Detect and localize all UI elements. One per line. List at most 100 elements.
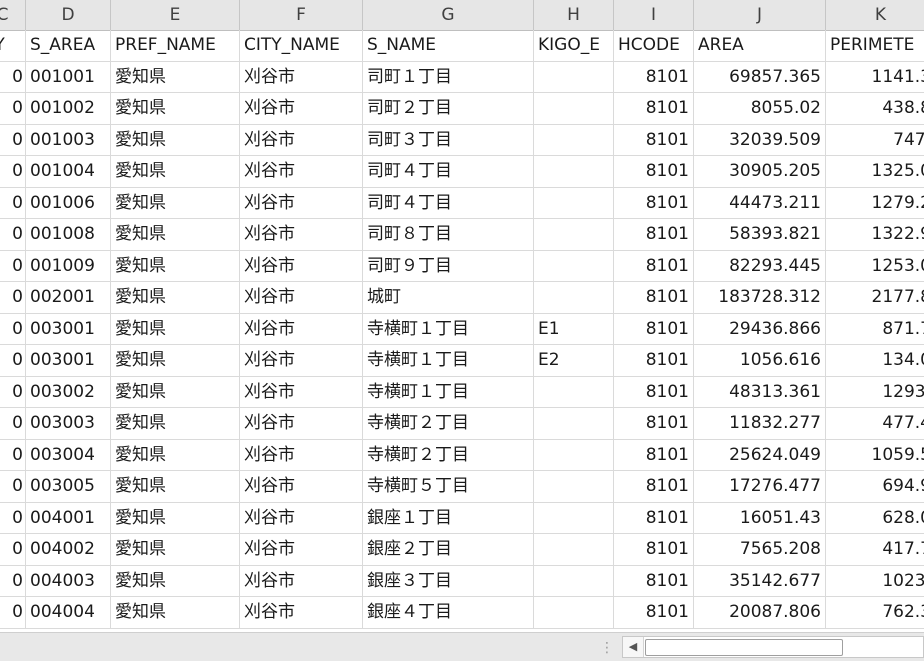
cell-k[interactable]: 1293. — [826, 377, 924, 408]
cell-j[interactable]: 30905.205 — [694, 156, 826, 188]
cell-j[interactable]: 82293.445 — [694, 250, 826, 282]
cell-c[interactable]: 0 — [0, 61, 26, 93]
cell-i[interactable]: 8101 — [614, 471, 694, 503]
cell-c[interactable]: 0 — [0, 597, 26, 629]
cell-g[interactable]: 寺横町１丁目 — [363, 376, 534, 408]
cell-i[interactable]: 8101 — [614, 156, 694, 188]
cell-i[interactable]: 8101 — [614, 534, 694, 566]
cell-c[interactable]: 0 — [0, 124, 26, 156]
cell-d[interactable]: 003001 — [26, 345, 111, 377]
cell-k[interactable]: 1253.0 — [826, 251, 924, 282]
cell-h[interactable] — [534, 376, 614, 408]
cell-e[interactable]: 愛知県 — [111, 439, 240, 471]
cell-d[interactable]: 001008 — [26, 219, 111, 251]
cell-f[interactable]: 刈谷市 — [240, 156, 363, 188]
cell-i[interactable]: 8101 — [614, 282, 694, 314]
cell-d[interactable]: 001002 — [26, 93, 111, 125]
cell-i[interactable]: 8101 — [614, 124, 694, 156]
cell-c[interactable]: 0 — [0, 439, 26, 471]
cell-j[interactable]: 183728.312 — [694, 282, 826, 314]
cell-f[interactable]: 刈谷市 — [240, 93, 363, 125]
cell-field-name[interactable]: HCODE — [614, 30, 694, 62]
cell-h[interactable] — [534, 565, 614, 597]
cell-d[interactable]: 001009 — [26, 250, 111, 282]
cell-c[interactable]: 0 — [0, 282, 26, 314]
cell-j[interactable]: 1056.616 — [694, 345, 826, 377]
cell-j[interactable]: 29436.866 — [694, 313, 826, 345]
cell-h[interactable] — [534, 471, 614, 503]
cell-c[interactable]: 0 — [0, 345, 26, 377]
cell-f[interactable]: 刈谷市 — [240, 250, 363, 282]
cell-i[interactable]: 8101 — [614, 61, 694, 93]
cell-i[interactable]: 8101 — [614, 187, 694, 219]
cell-g[interactable]: 銀座２丁目 — [363, 534, 534, 566]
cell-g[interactable]: 司町４丁目 — [363, 156, 534, 188]
cell-f[interactable]: 刈谷市 — [240, 534, 363, 566]
cell-c[interactable]: 0 — [0, 219, 26, 251]
cell-e[interactable]: 愛知県 — [111, 502, 240, 534]
cell-i[interactable]: 8101 — [614, 439, 694, 471]
cell-d[interactable]: 003005 — [26, 471, 111, 503]
cell-g[interactable]: 銀座４丁目 — [363, 597, 534, 629]
cell-k[interactable]: 417.7 — [826, 534, 924, 566]
cell-k[interactable]: 2177.8 — [826, 282, 924, 314]
cell-f[interactable]: 刈谷市 — [240, 439, 363, 471]
cell-k[interactable]: 694.9 — [826, 471, 924, 503]
cell-h[interactable] — [534, 124, 614, 156]
cell-e[interactable]: 愛知県 — [111, 471, 240, 503]
column-header-g[interactable]: G — [363, 0, 534, 30]
cell-g[interactable]: 寺横町２丁目 — [363, 408, 534, 440]
cell-f[interactable]: 刈谷市 — [240, 124, 363, 156]
cell-h[interactable] — [534, 439, 614, 471]
cell-c[interactable]: 0 — [0, 156, 26, 188]
column-header-e[interactable]: E — [111, 0, 240, 30]
cell-k[interactable]: 747. — [826, 125, 924, 156]
cell-e[interactable]: 愛知県 — [111, 61, 240, 93]
cell-h[interactable]: E1 — [534, 313, 614, 345]
cell-j[interactable]: 17276.477 — [694, 471, 826, 503]
cell-j[interactable]: 20087.806 — [694, 597, 826, 629]
cell-g[interactable]: 城町 — [363, 282, 534, 314]
cell-j[interactable]: 44473.211 — [694, 187, 826, 219]
cell-k[interactable]: 134.0 — [826, 345, 924, 377]
cell-j[interactable]: 35142.677 — [694, 565, 826, 597]
cell-field-name[interactable]: S_AREA — [26, 30, 111, 62]
cell-f[interactable]: 刈谷市 — [240, 471, 363, 503]
cell-d[interactable]: 004001 — [26, 502, 111, 534]
cell-field-name[interactable]: CITY_NAME — [240, 30, 363, 62]
cell-e[interactable]: 愛知県 — [111, 156, 240, 188]
cell-e[interactable]: 愛知県 — [111, 597, 240, 629]
cell-field-name[interactable]: PERIMETE — [826, 30, 924, 62]
cell-i[interactable]: 8101 — [614, 376, 694, 408]
cell-c[interactable]: 0 — [0, 250, 26, 282]
cell-g[interactable]: 司町３丁目 — [363, 124, 534, 156]
column-header-c[interactable]: C — [0, 0, 26, 30]
cell-k[interactable]: 628.0 — [826, 503, 924, 534]
cell-j[interactable]: 8055.02 — [694, 93, 826, 125]
cell-d[interactable]: 001003 — [26, 124, 111, 156]
cell-j[interactable]: 11832.277 — [694, 408, 826, 440]
cell-k[interactable]: 871.7 — [826, 314, 924, 345]
cell-d[interactable]: 004004 — [26, 597, 111, 629]
horizontal-scrollbar[interactable]: ◀ — [622, 636, 924, 658]
cell-d[interactable]: 001004 — [26, 156, 111, 188]
cell-f[interactable]: 刈谷市 — [240, 61, 363, 93]
cell-e[interactable]: 愛知県 — [111, 534, 240, 566]
cell-i[interactable]: 8101 — [614, 565, 694, 597]
cell-h[interactable]: E2 — [534, 345, 614, 377]
cell-g[interactable]: 寺横町１丁目 — [363, 313, 534, 345]
cell-g[interactable]: 寺横町５丁目 — [363, 471, 534, 503]
cell-e[interactable]: 愛知県 — [111, 250, 240, 282]
cell-h[interactable] — [534, 534, 614, 566]
cell-e[interactable]: 愛知県 — [111, 219, 240, 251]
cell-k[interactable]: 1059.5 — [826, 440, 924, 471]
cell-g[interactable]: 司町９丁目 — [363, 250, 534, 282]
cell-f[interactable]: 刈谷市 — [240, 345, 363, 377]
cell-f[interactable]: 刈谷市 — [240, 376, 363, 408]
cell-k[interactable]: 1279.2 — [826, 188, 924, 219]
cell-h[interactable] — [534, 61, 614, 93]
cell-c[interactable]: 0 — [0, 565, 26, 597]
cell-d[interactable]: 003004 — [26, 439, 111, 471]
cell-i[interactable]: 8101 — [614, 250, 694, 282]
cell-field-name[interactable]: S_NAME — [363, 30, 534, 62]
